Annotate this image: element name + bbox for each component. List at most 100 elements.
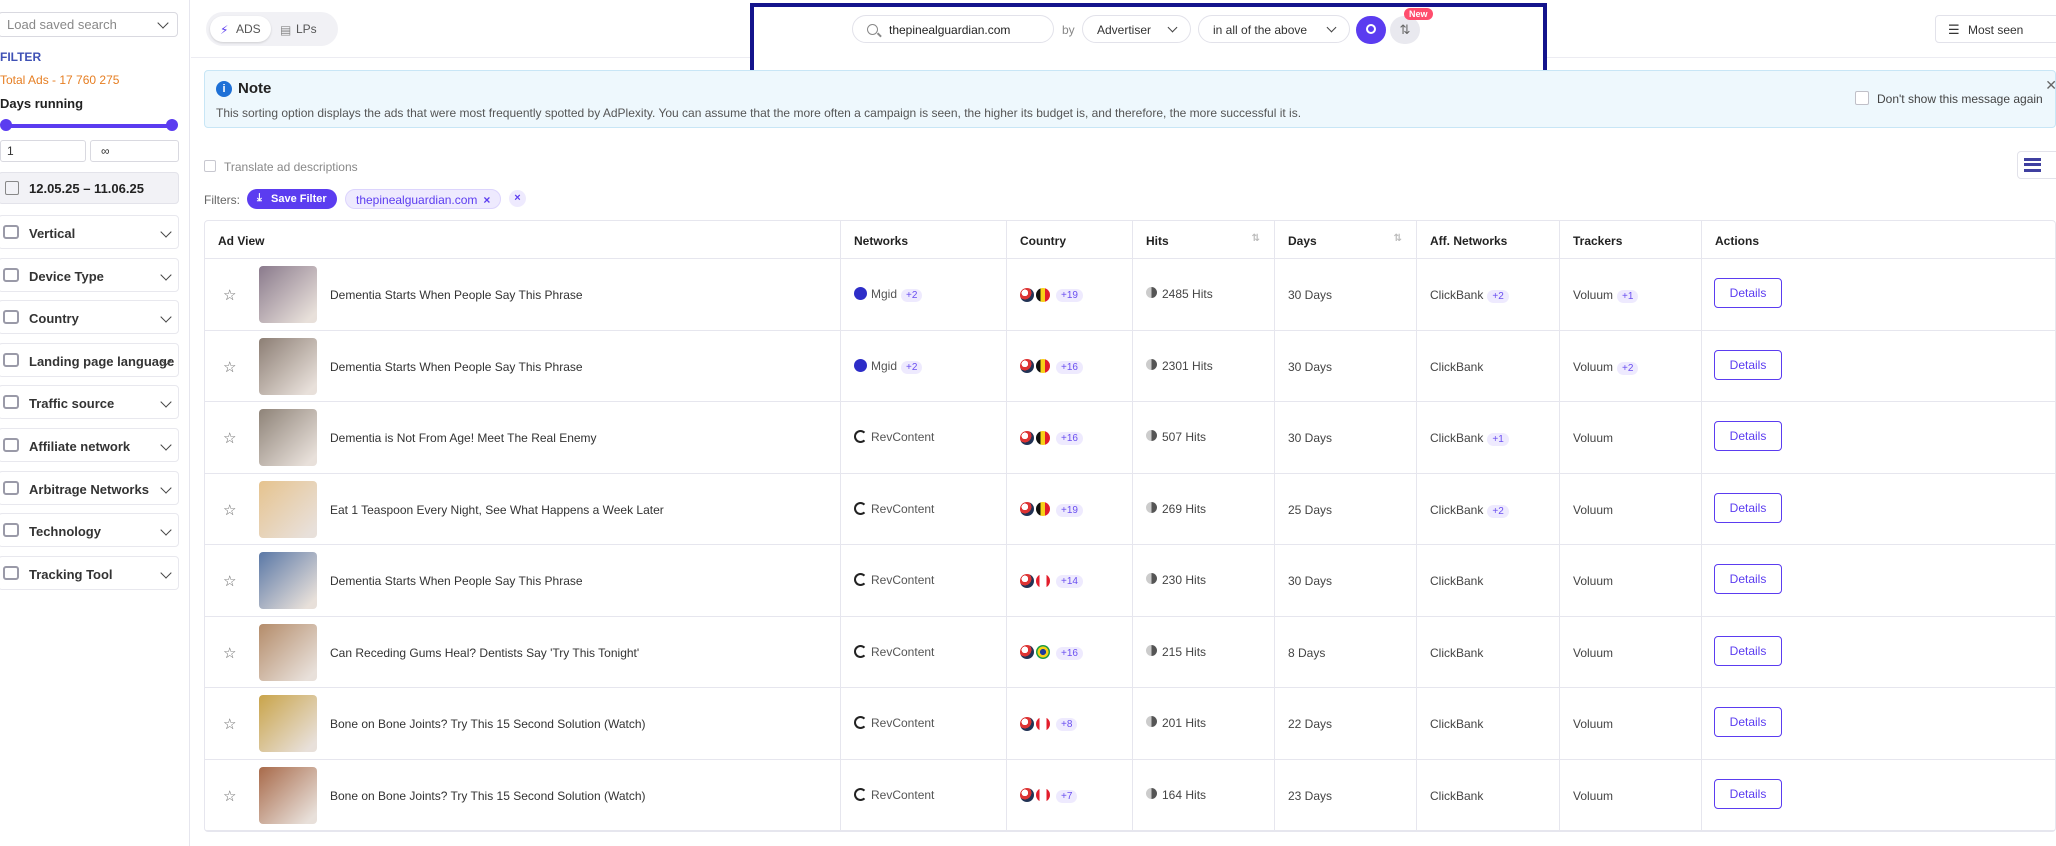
more-count-badge: +8	[1056, 718, 1078, 731]
filter-section-technology[interactable]: Technology	[0, 513, 179, 548]
details-button[interactable]: Details	[1714, 635, 1782, 666]
filter-section-landing-page-language[interactable]: Landing page language	[0, 342, 179, 377]
filter-chip[interactable]: thepinealguardian.com ×	[345, 189, 502, 209]
days-max-input[interactable]: ∞	[90, 140, 179, 162]
date-range-picker[interactable]: 12.05.25 – 11.06.25	[0, 172, 179, 204]
details-button[interactable]: Details	[1714, 349, 1782, 380]
advanced-filter-button[interactable]: ⇅	[1390, 16, 1420, 44]
remove-chip-icon[interactable]: ×	[483, 193, 490, 207]
table-row[interactable]: ☆ Dementia Starts When People Say This Ph…	[205, 330, 2055, 402]
tab-ads[interactable]: ⚡ ADS	[210, 16, 271, 42]
search-button[interactable]	[1356, 16, 1386, 44]
slider-min-handle[interactable]	[0, 119, 12, 131]
filter-section-device-type[interactable]: Device Type	[0, 257, 179, 292]
search-input[interactable]: thepinealguardian.com	[852, 15, 1054, 43]
ad-thumbnail[interactable]	[259, 480, 317, 538]
network-name: RevContent	[871, 716, 935, 730]
hits-value: 201 Hits	[1162, 716, 1207, 730]
slider-max-handle[interactable]	[166, 119, 178, 131]
days-running-slider[interactable]	[4, 124, 172, 128]
cell-networks: RevContent	[840, 545, 1006, 616]
save-filter-button[interactable]: ⤓ Save Filter	[247, 189, 337, 209]
cell-trackers: Voluum	[1559, 545, 1701, 616]
table-row[interactable]: ☆ Can Receding Gums Heal? Dentists Say 'T…	[205, 616, 2055, 688]
network-name: Mgid	[871, 287, 898, 301]
aff-network-name: ClickBank	[1430, 717, 1484, 731]
filter-section-affiliate-network[interactable]: Affiliate network	[0, 428, 179, 462]
favorite-star-icon[interactable]: ☆	[223, 644, 236, 662]
hits-icon	[1146, 573, 1157, 584]
filter-section-country[interactable]: Country	[0, 300, 179, 335]
ad-thumbnail[interactable]	[259, 695, 317, 752]
ad-title[interactable]: Dementia Starts When People Say This Phr…	[330, 574, 583, 588]
aff-network-name: ClickBank	[1430, 574, 1484, 588]
favorite-star-icon[interactable]: ☆	[223, 572, 236, 590]
cell-ad-view: ☆ Can Receding Gums Heal? Dentists Say 'T…	[205, 617, 840, 688]
flag-br-icon	[1036, 645, 1050, 660]
list-view-icon[interactable]	[2024, 158, 2041, 172]
tracker-name: Voluum	[1573, 788, 1614, 803]
search-by-dropdown[interactable]: Advertiser	[1082, 15, 1191, 43]
table-row[interactable]: ☆ Dementia Starts When People Say This Ph…	[205, 259, 2055, 331]
filter-section-vertical[interactable]: Vertical	[0, 215, 179, 249]
cell-ad-view: ☆ Bone on Bone Joints? Try This 15 Second…	[205, 688, 840, 759]
ad-thumbnail[interactable]	[259, 409, 317, 466]
view-mode-toggle[interactable]	[2017, 151, 2056, 179]
checkbox[interactable]	[204, 160, 216, 172]
column-header-label: Networks	[854, 234, 909, 248]
ad-thumbnail[interactable]	[259, 766, 317, 824]
sort-icon[interactable]: ⇅	[1394, 233, 1402, 244]
ad-title[interactable]: Can Receding Gums Heal? Dentists Say 'Tr…	[330, 646, 639, 660]
ad-title[interactable]: Eat 1 Teaspoon Every Night, See What Hap…	[330, 503, 664, 517]
table-row[interactable]: ☆ Dementia Starts When People Say This Ph…	[205, 545, 2055, 617]
tracker-cell: Voluum	[1573, 646, 1613, 660]
table-row[interactable]: ☆ Eat 1 Teaspoon Every Night, See What Ha…	[205, 473, 2055, 545]
days-min-input[interactable]: 1	[0, 140, 86, 162]
ad-thumbnail[interactable]	[259, 337, 317, 395]
table-row[interactable]: ☆ Bone on Bone Joints? Try This 15 Second…	[205, 688, 2055, 760]
flag-ca-icon	[1036, 788, 1050, 803]
details-button[interactable]: Details	[1714, 278, 1782, 308]
favorite-star-icon[interactable]: ☆	[223, 358, 236, 376]
details-button[interactable]: Details	[1714, 564, 1782, 594]
filter-section-traffic-source[interactable]: Traffic source	[0, 385, 179, 420]
ad-thumbnail[interactable]	[259, 623, 317, 681]
cell-ad-view: ☆ Dementia Starts When People Say This Ph…	[205, 259, 840, 330]
table-row[interactable]: ☆ Dementia is Not From Age! Meet The Real…	[205, 402, 2055, 474]
favorite-star-icon[interactable]: ☆	[223, 286, 236, 304]
ad-thumbnail[interactable]	[259, 266, 317, 323]
details-button[interactable]: Details	[1714, 778, 1782, 809]
favorite-star-icon[interactable]: ☆	[223, 715, 236, 733]
ad-title[interactable]: Dementia Starts When People Say This Phr…	[330, 360, 583, 374]
filter-section-arbitrage-networks[interactable]: Arbitrage Networks	[0, 470, 179, 505]
filter-section-tracking-tool[interactable]: Tracking Tool	[0, 555, 179, 590]
column-header-days[interactable]: Days ⇅	[1274, 221, 1416, 259]
search-scope-dropdown[interactable]: in all of the above	[1198, 15, 1350, 43]
more-count-badge: +16	[1056, 432, 1083, 445]
country-cell: +16	[1020, 645, 1083, 660]
favorite-star-icon[interactable]: ☆	[223, 501, 236, 519]
cell-trackers: Voluum	[1559, 616, 1701, 688]
checkbox[interactable]	[1855, 91, 1869, 105]
details-button[interactable]: Details	[1714, 492, 1782, 523]
ad-title[interactable]: Dementia Starts When People Say This Phr…	[330, 288, 583, 302]
close-icon[interactable]: ✕	[2045, 77, 2056, 94]
translate-checkbox[interactable]: Translate ad descriptions	[204, 160, 358, 174]
favorite-star-icon[interactable]: ☆	[223, 787, 236, 805]
ad-title[interactable]: Bone on Bone Joints? Try This 15 Second …	[330, 717, 646, 731]
table-row[interactable]: ☆ Bone on Bone Joints? Try This 15 Second…	[205, 759, 2055, 831]
details-button[interactable]: Details	[1714, 421, 1782, 451]
details-button[interactable]: Details	[1714, 707, 1782, 737]
favorite-star-icon[interactable]: ☆	[223, 429, 236, 447]
sort-icon[interactable]: ⇅	[1252, 233, 1260, 244]
ad-title[interactable]: Bone on Bone Joints? Try This 15 Second …	[330, 789, 646, 803]
column-header-hits[interactable]: Hits ⇅	[1132, 221, 1274, 259]
ad-thumbnail[interactable]	[259, 552, 317, 609]
dont-show-checkbox[interactable]: Don't show this message again	[1855, 91, 2043, 106]
sort-dropdown[interactable]: ☰ Most seen	[1935, 15, 2056, 43]
ad-title[interactable]: Dementia is Not From Age! Meet The Real …	[330, 431, 597, 445]
aff-network-cell: ClickBank	[1430, 789, 1483, 803]
tab-lps[interactable]: ▤ LPs	[270, 16, 327, 42]
clear-filters-button[interactable]: ×	[509, 190, 526, 207]
load-saved-search-dropdown[interactable]: Load saved search	[0, 12, 178, 37]
